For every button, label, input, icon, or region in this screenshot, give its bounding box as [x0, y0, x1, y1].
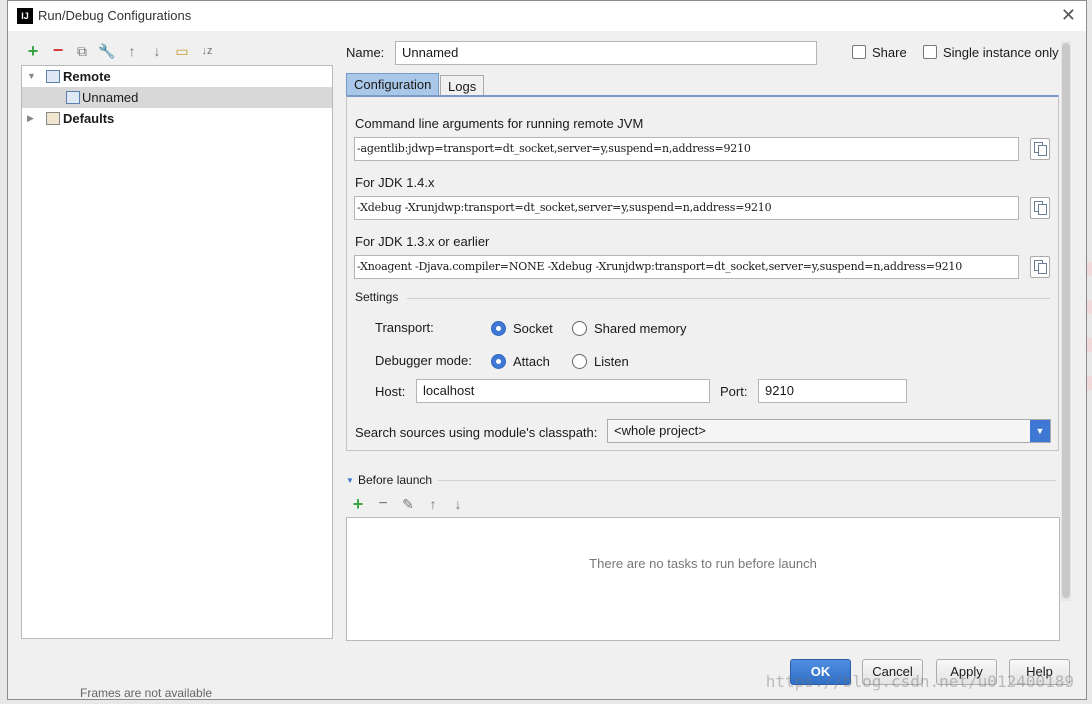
- jdk13-label: For JDK 1.3.x or earlier: [355, 234, 490, 249]
- remote-config-icon: [46, 70, 60, 83]
- intellij-logo-icon: IJ: [17, 8, 33, 24]
- share-label: Share: [872, 45, 907, 60]
- transport-shared-memory-radio[interactable]: [572, 321, 587, 336]
- background-status-text: Frames are not available: [80, 686, 213, 700]
- wrench-icon[interactable]: 🔧: [98, 42, 116, 60]
- background-strip: [1087, 338, 1092, 352]
- move-down-icon[interactable]: ↓: [449, 495, 467, 513]
- background-strip: [1087, 300, 1092, 314]
- add-icon[interactable]: +: [349, 495, 367, 513]
- background-strip: [1087, 262, 1092, 276]
- vertical-scrollbar[interactable]: [1061, 41, 1071, 601]
- move-down-icon[interactable]: ↓: [148, 42, 166, 60]
- copy-page-icon: [1038, 204, 1047, 215]
- single-instance-checkbox[interactable]: [923, 45, 937, 59]
- jdk14-field[interactable]: -Xdebug -Xrunjdwp:transport=dt_socket,se…: [354, 196, 1019, 220]
- sort-icon[interactable]: ↓z: [198, 42, 216, 60]
- add-icon[interactable]: +: [24, 42, 42, 60]
- empty-tasks-message: There are no tasks to run before launch: [589, 556, 817, 571]
- tree-item-unnamed[interactable]: Unnamed: [22, 87, 332, 108]
- transport-socket-radio[interactable]: [491, 321, 506, 336]
- host-label: Host:: [375, 384, 406, 399]
- debugger-attach-label: Attach: [513, 354, 550, 369]
- port-label: Port:: [720, 384, 748, 399]
- debugger-attach-radio[interactable]: [491, 354, 506, 369]
- chevron-down-icon[interactable]: ▼: [1030, 420, 1050, 442]
- expand-down-icon[interactable]: ▼: [27, 66, 36, 87]
- copy-jdk13-button[interactable]: [1030, 256, 1050, 278]
- expand-right-icon[interactable]: ▶: [27, 108, 34, 129]
- name-label: Name:: [346, 45, 385, 60]
- configuration-panel: Command line arguments for running remot…: [346, 95, 1059, 451]
- copy-page-icon: [1038, 263, 1047, 274]
- scrollbar-thumb[interactable]: [1062, 43, 1070, 598]
- jdk14-label: For JDK 1.4.x: [355, 175, 435, 190]
- tab-configuration[interactable]: Configuration: [346, 73, 440, 97]
- before-launch-separator: [438, 480, 1056, 481]
- debugger-listen-label: Listen: [594, 354, 629, 369]
- run-debug-dialog: IJ Run/Debug Configurations ✕ + − ⧉ 🔧 ↑ …: [7, 0, 1087, 700]
- configuration-tree[interactable]: ▼ Remote Unnamed ▶ Defaults: [21, 65, 333, 639]
- move-up-icon[interactable]: ↑: [424, 495, 442, 513]
- single-instance-label: Single instance only: [943, 45, 1059, 60]
- copy-icon[interactable]: ⧉: [73, 42, 91, 60]
- remote-config-icon: [66, 91, 80, 104]
- tree-item-label: Defaults: [63, 111, 115, 126]
- remove-icon[interactable]: −: [49, 41, 67, 59]
- tree-item-label: Remote: [63, 69, 111, 84]
- edit-icon[interactable]: ✎: [399, 495, 417, 513]
- transport-socket-label: Socket: [513, 321, 553, 336]
- classpath-select[interactable]: <whole project> ▼: [607, 419, 1051, 443]
- collapse-down-icon[interactable]: ▼: [346, 476, 354, 485]
- copy-jdk14-button[interactable]: [1030, 197, 1050, 219]
- cmd-args-field[interactable]: -agentlib:jdwp=transport=dt_socket,serve…: [354, 137, 1019, 161]
- defaults-wrench-icon: [46, 112, 60, 125]
- tree-item-remote[interactable]: ▼ Remote: [22, 66, 332, 87]
- name-field[interactable]: Unnamed: [395, 41, 817, 65]
- remove-icon[interactable]: −: [374, 495, 392, 513]
- debugger-mode-label: Debugger mode:: [375, 353, 472, 368]
- share-checkbox[interactable]: [852, 45, 866, 59]
- watermark-text: https://blog.csdn.net/u012400189: [765, 672, 1074, 691]
- settings-separator: [407, 298, 1050, 299]
- host-field[interactable]: localhost: [416, 379, 710, 403]
- tree-item-defaults[interactable]: ▶ Defaults: [22, 108, 332, 129]
- title-bar: IJ Run/Debug Configurations ✕: [8, 1, 1086, 31]
- background-strip: [1087, 376, 1092, 390]
- before-launch-label: Before launch: [358, 473, 433, 487]
- debugger-listen-radio[interactable]: [572, 354, 587, 369]
- jdk13-field[interactable]: -Xnoagent -Djava.compiler=NONE -Xdebug -…: [354, 255, 1019, 279]
- classpath-label: Search sources using module's classpath:: [355, 425, 598, 440]
- classpath-selected-value: <whole project>: [614, 423, 706, 438]
- window-title: Run/Debug Configurations: [38, 8, 192, 23]
- move-up-icon[interactable]: ↑: [123, 42, 141, 60]
- close-icon[interactable]: ✕: [1061, 5, 1076, 25]
- cmd-args-label: Command line arguments for running remot…: [355, 116, 644, 131]
- copy-page-icon: [1038, 145, 1047, 156]
- settings-label: Settings: [355, 290, 399, 304]
- transport-label: Transport:: [375, 320, 434, 335]
- transport-shared-memory-label: Shared memory: [594, 321, 687, 336]
- tree-item-label: Unnamed: [82, 90, 139, 105]
- port-field[interactable]: 9210: [758, 379, 907, 403]
- before-launch-task-list[interactable]: There are no tasks to run before launch: [346, 517, 1060, 641]
- copy-cmd-button[interactable]: [1030, 138, 1050, 160]
- folder-icon[interactable]: ▭: [173, 42, 191, 60]
